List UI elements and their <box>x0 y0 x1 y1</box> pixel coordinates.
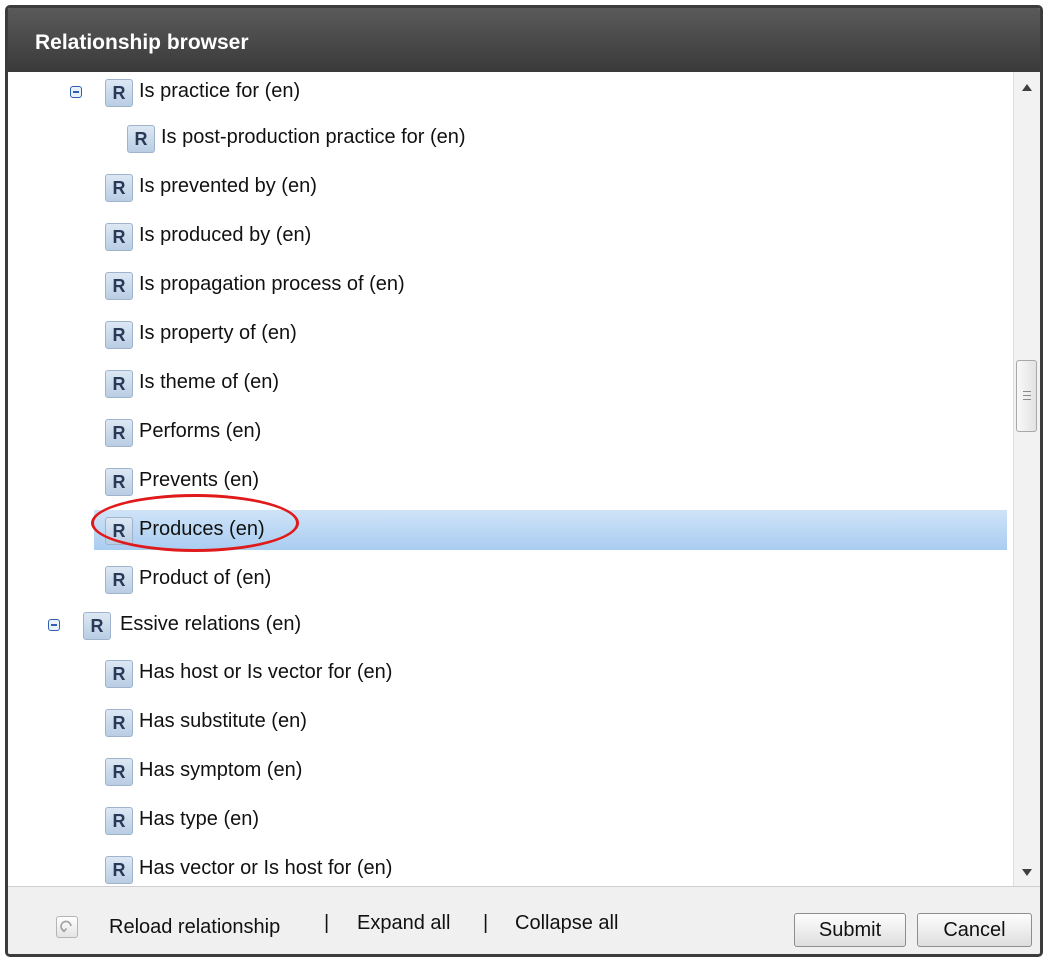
relationship-browser-dialog: Relationship browser R Is practice for (… <box>5 5 1043 957</box>
tree-item-label: Performs (en) <box>139 420 262 442</box>
relationship-r-icon: R <box>105 758 133 786</box>
scrollbar-thumb[interactable] <box>1016 360 1037 432</box>
tree-item-label: Is produced by (en) <box>139 224 312 246</box>
relationship-r-icon: R <box>105 370 133 398</box>
tree-item-label: Has host or Is vector for (en) <box>139 661 393 683</box>
tree-item-label: Produces (en) <box>139 518 265 540</box>
tree-item[interactable]: R Is prevented by (en) <box>8 167 1013 209</box>
tree-item[interactable]: R Product of (en) <box>8 559 1013 601</box>
relationship-r-icon: R <box>105 856 133 884</box>
vertical-scrollbar[interactable] <box>1013 72 1040 886</box>
tree-item-label: Has substitute (en) <box>139 710 307 732</box>
dialog-footer: Reload relationship | Expand all | Colla… <box>8 886 1040 954</box>
tree-item-label: Is practice for (en) <box>139 80 301 102</box>
relationship-r-icon: R <box>105 223 133 251</box>
cancel-button[interactable]: Cancel <box>917 913 1032 947</box>
reload-icon[interactable] <box>56 916 78 938</box>
tree-item[interactable]: R Is produced by (en) <box>8 216 1013 258</box>
tree-item[interactable]: R Is post-production practice for (en) <box>8 118 1013 160</box>
relationship-r-icon: R <box>105 79 133 107</box>
tree-item[interactable]: R Has symptom (en) <box>8 751 1013 793</box>
grip-line <box>1023 391 1031 392</box>
tree-item-label: Is theme of (en) <box>139 371 280 393</box>
arrow-up-icon[interactable] <box>1022 84 1032 91</box>
dialog-titlebar[interactable]: Relationship browser <box>8 8 1040 72</box>
relationship-r-icon: R <box>105 517 133 545</box>
grip-line <box>1023 399 1031 400</box>
submit-button[interactable]: Submit <box>794 913 906 947</box>
relationship-r-icon: R <box>105 566 133 594</box>
relationship-r-icon: R <box>105 321 133 349</box>
relationship-r-icon: R <box>105 174 133 202</box>
tree-item-label: Prevents (en) <box>139 469 260 491</box>
tree-item-selected[interactable]: R Produces (en) <box>8 510 1013 552</box>
grip-line <box>1023 395 1031 396</box>
tree-item-label: Has type (en) <box>139 808 260 830</box>
reload-relationship-link[interactable]: Reload relationship <box>109 916 280 939</box>
tree-item[interactable]: R Is propagation process of (en) <box>8 265 1013 307</box>
tree-item-label: Is propagation process of (en) <box>139 273 405 295</box>
relationship-r-icon: R <box>105 272 133 300</box>
collapse-all-link[interactable]: Collapse all <box>515 912 618 935</box>
separator: | <box>483 912 489 934</box>
tree-item-label: Is property of (en) <box>139 322 297 344</box>
tree-item[interactable]: R Is practice for (en) <box>8 72 1013 114</box>
relationship-tree: R Is practice for (en) R Is post-product… <box>8 72 1013 886</box>
tree-item-label: Product of (en) <box>139 567 272 589</box>
collapse-toggle-icon[interactable] <box>70 86 82 98</box>
tree-item[interactable]: R Has vector or Is host for (en) <box>8 849 1013 886</box>
separator: | <box>324 912 330 934</box>
tree-item[interactable]: R Has substitute (en) <box>8 702 1013 744</box>
relationship-r-icon: R <box>105 419 133 447</box>
relationship-r-icon: R <box>105 468 133 496</box>
relationship-r-icon: R <box>83 612 111 640</box>
expand-all-link[interactable]: Expand all <box>357 912 450 935</box>
relationship-r-icon: R <box>105 709 133 737</box>
tree-item-label: Essive relations (en) <box>120 613 302 635</box>
collapse-toggle-icon[interactable] <box>48 619 60 631</box>
tree-item[interactable]: R Performs (en) <box>8 412 1013 454</box>
tree-item[interactable]: R Essive relations (en) <box>8 605 1013 647</box>
relationship-r-icon: R <box>127 125 155 153</box>
tree-item-label: Has symptom (en) <box>139 759 303 781</box>
relationship-r-icon: R <box>105 660 133 688</box>
tree-item-label: Has vector or Is host for (en) <box>139 857 393 879</box>
tree-item[interactable]: R Prevents (en) <box>8 461 1013 503</box>
tree-item-label: Is post-production practice for (en) <box>161 126 466 148</box>
relationship-r-icon: R <box>105 807 133 835</box>
tree-item[interactable]: R Has host or Is vector for (en) <box>8 653 1013 695</box>
tree-item-label: Is prevented by (en) <box>139 175 317 197</box>
tree-item[interactable]: R Is theme of (en) <box>8 363 1013 405</box>
dialog-title: Relationship browser <box>35 31 249 54</box>
arrow-down-icon[interactable] <box>1022 869 1032 876</box>
tree-item[interactable]: R Has type (en) <box>8 800 1013 842</box>
tree-item[interactable]: R Is property of (en) <box>8 314 1013 356</box>
